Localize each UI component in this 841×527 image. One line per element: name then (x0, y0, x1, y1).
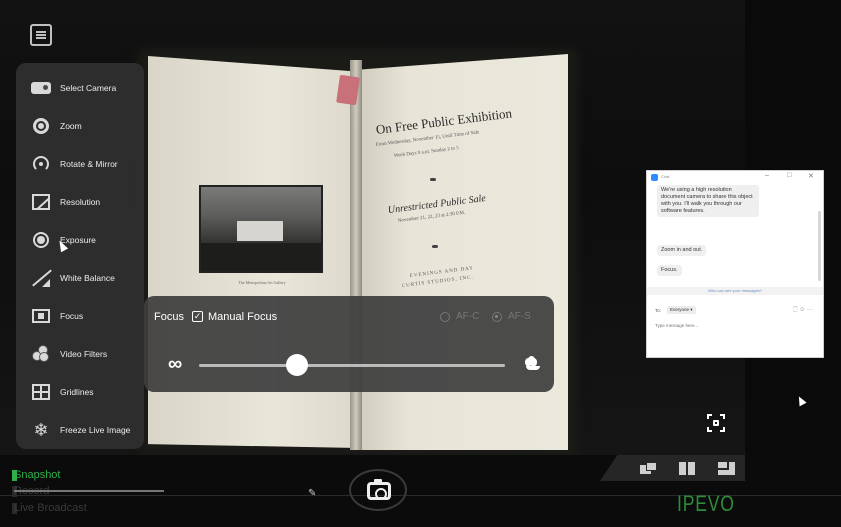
infinity-icon: ∞ (168, 353, 183, 375)
menu-item-zoom[interactable]: Zoom (16, 111, 144, 141)
chat-titlebar: Chat – □ ✕ (647, 171, 823, 185)
minimize-icon[interactable]: – (765, 172, 769, 179)
capture-button[interactable] (349, 469, 407, 511)
chat-message: We're using a high resolution document c… (657, 185, 759, 217)
menu-item-label: Zoom (60, 121, 82, 131)
menu-item-freeze-live-image[interactable]: ❄ Freeze Live Image (16, 415, 144, 445)
ipevo-visualizer-app: The Metropolitan Art Gallery On Free Pub… (0, 0, 841, 527)
fit-view-icon[interactable] (707, 414, 725, 432)
macro-flower-icon (524, 356, 540, 370)
afc-radio[interactable] (440, 312, 450, 322)
menu-item-rotate-mirror[interactable]: Rotate & Mirror (16, 149, 144, 179)
focus-slider-thumb[interactable] (285, 354, 308, 376)
chat-message-input[interactable] (655, 320, 805, 330)
exposure-icon (31, 230, 51, 250)
menu-item-label: Rotate & Mirror (60, 159, 118, 169)
menu-icon (36, 31, 46, 33)
gridlines-icon (31, 382, 51, 402)
zoom-logo-icon (651, 174, 658, 181)
menu-item-label: Freeze Live Image (60, 425, 131, 435)
menu-button[interactable] (30, 24, 52, 46)
focus-icon (31, 306, 51, 326)
settings-panel: Select Camera Zoom Rotate & Mirror Resol… (16, 63, 144, 449)
view-layout-tray (600, 455, 745, 481)
chat-to-label: To: (655, 308, 662, 313)
book-ornament (430, 178, 436, 181)
menu-item-label: Select Camera (60, 83, 117, 93)
focus-panel: Focus ✓ Manual Focus AF-C AF-S ∞ (144, 296, 554, 392)
book-ornament (432, 245, 438, 248)
close-icon[interactable]: ✕ (808, 172, 814, 180)
photo-trees (201, 243, 321, 271)
menu-item-label: Focus (60, 311, 84, 321)
zoom-icon (31, 116, 51, 136)
split-view-icon[interactable] (679, 462, 696, 475)
manual-focus-label[interactable]: Manual Focus (208, 311, 277, 323)
mode-divider (14, 490, 164, 492)
menu-item-label: White Balance (60, 273, 115, 283)
afc-label[interactable]: AF-C (456, 311, 479, 322)
white-balance-icon (31, 268, 51, 288)
focus-slider-track[interactable] (199, 364, 505, 367)
resolution-icon (31, 192, 51, 212)
afs-label[interactable]: AF-S (508, 311, 531, 322)
bookmark (336, 74, 360, 106)
mode-snapshot[interactable]: Snapshot (14, 469, 60, 481)
chat-title: Chat (661, 174, 670, 179)
chat-visibility-link[interactable]: Who can see your messages? (647, 287, 823, 295)
camera-icon (31, 78, 51, 98)
chat-scrollbar[interactable] (818, 211, 821, 281)
menu-item-label: Video Filters (60, 349, 108, 359)
menu-item-focus[interactable]: Focus (16, 301, 144, 331)
menu-item-resolution[interactable]: Resolution (16, 187, 144, 217)
rotate-icon (31, 154, 51, 174)
bottom-toolbar: Snapshot Record Live Broadcast ✎ IPEVO (0, 455, 841, 527)
mode-live-broadcast[interactable]: Live Broadcast (14, 502, 87, 514)
menu-item-white-balance[interactable]: White Balance (16, 263, 144, 293)
book-photo (199, 185, 323, 273)
menu-item-exposure[interactable]: Exposure (16, 225, 144, 255)
chat-window: Chat – □ ✕ We're using a high resolution… (646, 170, 824, 358)
maximize-icon[interactable]: □ (787, 172, 791, 179)
photo-building (237, 221, 283, 241)
manual-focus-checkbox[interactable]: ✓ (192, 311, 203, 322)
camera-shutter-icon (367, 479, 391, 500)
menu-item-label: Gridlines (60, 387, 94, 397)
chat-message: Focus. (657, 265, 682, 276)
pip-view-icon[interactable] (640, 462, 657, 475)
annotate-icon[interactable]: ✎ (308, 488, 316, 499)
freeze-icon: ❄ (33, 420, 49, 440)
video-filters-icon (31, 344, 51, 364)
chat-message: Zoom in and out. (657, 245, 707, 256)
menu-item-label: Resolution (60, 197, 101, 207)
afs-radio[interactable] (492, 312, 502, 322)
grid-view-icon[interactable] (718, 462, 735, 475)
focus-panel-title: Focus (154, 311, 184, 323)
photo-caption: The Metropolitan Art Gallery (238, 280, 286, 285)
menu-item-video-filters[interactable]: Video Filters (16, 339, 144, 369)
chat-recipient-dropdown[interactable]: Everyone ▾ (667, 306, 696, 314)
menu-item-gridlines[interactable]: Gridlines (16, 377, 144, 407)
menu-item-select-camera[interactable]: Select Camera (16, 73, 144, 103)
brand-logo: IPEVO (677, 491, 735, 516)
chat-tools[interactable]: 🗋 ☺ ··· (793, 305, 813, 315)
